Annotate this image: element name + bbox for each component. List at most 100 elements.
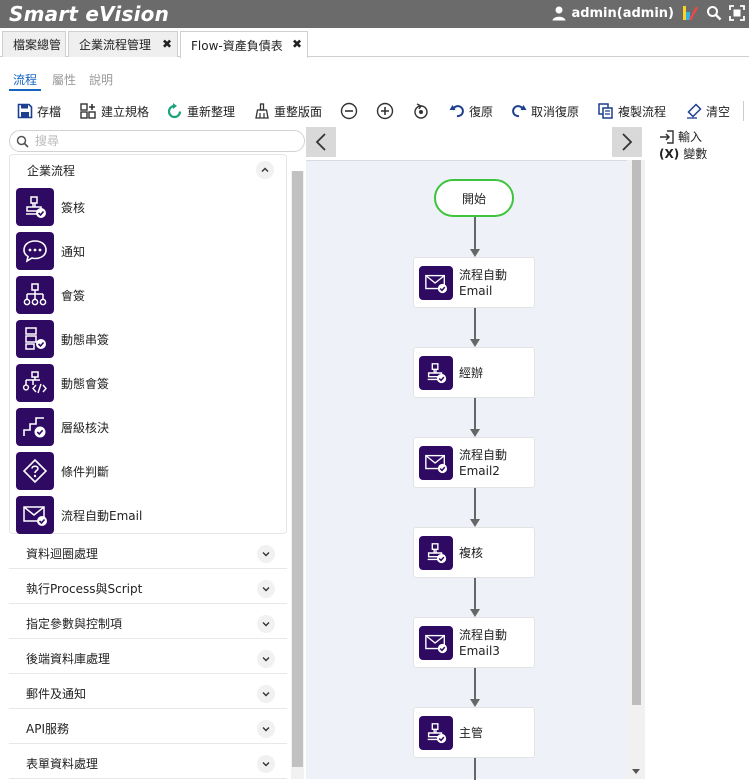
tab-flow-balance-sheet[interactable]: Flow-資產負債表 ✖ (180, 31, 308, 58)
palette-group-process-script[interactable]: 執行Process與Script (9, 573, 287, 604)
palette-group-params-controls[interactable]: 指定參數與控制項 (9, 608, 287, 639)
palette-item-dynamic-countersign[interactable]: 動態會簽 (10, 361, 286, 405)
palette-group-form-data[interactable]: 表單資料處理 (9, 748, 287, 779)
reset-layout-button[interactable]: 重整版面 (254, 100, 322, 122)
chevron-down-icon[interactable] (257, 755, 275, 773)
group-title: 表單資料處理 (26, 756, 99, 771)
toolbar: 存檔 建立規格 重新整理 重整版面 復原 取消復原 複製流程 清空 (0, 97, 749, 125)
chevron-up-icon[interactable] (256, 161, 274, 179)
flow-node-email3[interactable]: 流程自動 Email3 (413, 617, 535, 668)
search-icon[interactable] (706, 5, 722, 21)
group-title: API服務 (26, 721, 69, 736)
app-header: Smart eVision admin(admin) (0, 0, 749, 28)
copy-flow-button[interactable]: 複製流程 (598, 100, 666, 122)
collapse-left-button[interactable] (306, 127, 336, 157)
stamp-icon (419, 535, 453, 570)
right-panel: 輸入 (X) 變數 (659, 128, 707, 162)
palette-item-dynamic-serial-sign[interactable]: 動態串簽 (10, 317, 286, 361)
palette-group-header[interactable]: 企業流程 (10, 155, 286, 185)
sign-in-icon (660, 129, 674, 144)
scroll-down-icon[interactable] (631, 768, 641, 776)
create-spec-label: 建立規格 (101, 104, 150, 119)
zoom-out-button[interactable] (340, 100, 358, 122)
close-icon[interactable]: ✖ (162, 37, 172, 51)
palette-item-notify[interactable]: 通知 (10, 229, 286, 273)
search-icon (16, 135, 29, 148)
zoom-out-icon (340, 102, 358, 120)
envelope-check-icon (419, 265, 453, 300)
chevron-right-icon (622, 133, 633, 151)
flow-node-label: 經辦 (459, 365, 484, 380)
chevron-down-icon[interactable] (257, 545, 275, 563)
fullscreen-icon[interactable] (729, 5, 745, 21)
palette-group-backend-db[interactable]: 後端資料庫處理 (9, 643, 287, 674)
search-input[interactable] (35, 134, 285, 148)
palette-item-approve[interactable]: 簽核 (10, 185, 286, 229)
paint-icon[interactable] (681, 4, 699, 22)
undo-button[interactable]: 復原 (449, 100, 493, 122)
envelope-check-icon (16, 496, 54, 534)
create-spec-button[interactable]: 建立規格 (80, 100, 149, 122)
stamp-icon (419, 355, 453, 390)
palette-item-label: 簽核 (61, 200, 86, 215)
chevron-down-icon[interactable] (257, 720, 275, 738)
group-title: 執行Process與Script (26, 581, 143, 596)
redo-button[interactable]: 取消復原 (511, 100, 579, 122)
flow-node-manager[interactable]: 主管 (413, 707, 535, 758)
toolbar-divider (743, 101, 744, 121)
scrollbar-thumb[interactable] (292, 171, 303, 767)
collapse-right-button[interactable] (612, 127, 642, 157)
group-title: 後端資料庫處理 (26, 651, 111, 666)
group-title: 郵件及通知 (26, 686, 87, 701)
flow-node-label: 主管 (459, 725, 484, 740)
document-tabs: 檔案總管 企業流程管理 ✖ Flow-資產負債表 ✖ (0, 28, 749, 58)
reset-zoom-button[interactable] (412, 100, 430, 122)
canvas-scrollbar[interactable] (627, 160, 645, 779)
flow-node-email2[interactable]: 流程自動 Email2 (413, 437, 535, 488)
tab-label: 企業流程管理 (79, 38, 152, 52)
tab-workflow-management[interactable]: 企業流程管理 ✖ (68, 31, 178, 57)
palette-item-label: 會簽 (61, 288, 86, 303)
palette-group-api[interactable]: API服務 (9, 713, 287, 744)
chevron-down-icon[interactable] (257, 685, 275, 703)
palette-item-hierarchy-approval[interactable]: 層級核決 (10, 405, 286, 449)
zoom-in-icon (376, 102, 394, 120)
flow-connector (474, 308, 476, 339)
user-menu[interactable]: admin(admin) (551, 5, 674, 21)
palette-item-label: 動態會簽 (61, 376, 110, 391)
palette-group-data-loop[interactable]: 資料迴圈處理 (9, 538, 287, 569)
scrollbar-thumb[interactable] (632, 160, 641, 705)
tab-file-explorer[interactable]: 檔案總管 (2, 31, 66, 57)
chevron-down-icon[interactable] (257, 650, 275, 668)
tab-label: Flow-資產負債表 (191, 38, 283, 53)
chevron-down-icon[interactable] (257, 615, 275, 633)
flow-start-node[interactable]: 開始 (434, 179, 514, 217)
flow-canvas[interactable]: 開始 流程自動 Email 經辦 流程自動 Email2 複核 流程自動 Ema… (306, 160, 627, 780)
chevron-down-icon[interactable] (257, 580, 275, 598)
flow-node-review[interactable]: 複核 (413, 527, 535, 578)
flow-node-email[interactable]: 流程自動 Email (413, 257, 535, 308)
arrow-down-icon (470, 429, 480, 437)
palette-item-countersign[interactable]: 會簽 (10, 273, 286, 317)
subtab-description[interactable]: 說明 (89, 71, 113, 88)
zoom-in-button[interactable] (376, 100, 394, 122)
group-title: 指定參數與控制項 (26, 616, 123, 631)
palette-group-mail-notify[interactable]: 郵件及通知 (9, 678, 287, 709)
palette-search (9, 130, 305, 152)
palette-item-auto-email[interactable]: 流程自動Email (10, 493, 286, 537)
reorganize-button[interactable]: 重新整理 (166, 100, 235, 122)
variable-panel-toggle[interactable]: (X) 變數 (659, 145, 707, 162)
input-panel-toggle[interactable]: 輸入 (659, 128, 707, 145)
broom-icon (255, 103, 269, 119)
subtab-flow[interactable]: 流程 (13, 71, 37, 88)
palette-item-label: 通知 (61, 244, 86, 259)
input-label: 輸入 (678, 130, 703, 144)
stairs-icon (16, 408, 54, 446)
flow-node-handler[interactable]: 經辦 (413, 347, 535, 398)
clear-button[interactable]: 清空 (686, 100, 730, 122)
save-button[interactable]: 存檔 (17, 100, 61, 122)
subtab-properties[interactable]: 屬性 (52, 71, 76, 88)
palette-scrollbar[interactable] (291, 171, 304, 779)
close-icon[interactable]: ✖ (292, 37, 302, 51)
palette-item-condition[interactable]: 條件判斷 (10, 449, 286, 493)
